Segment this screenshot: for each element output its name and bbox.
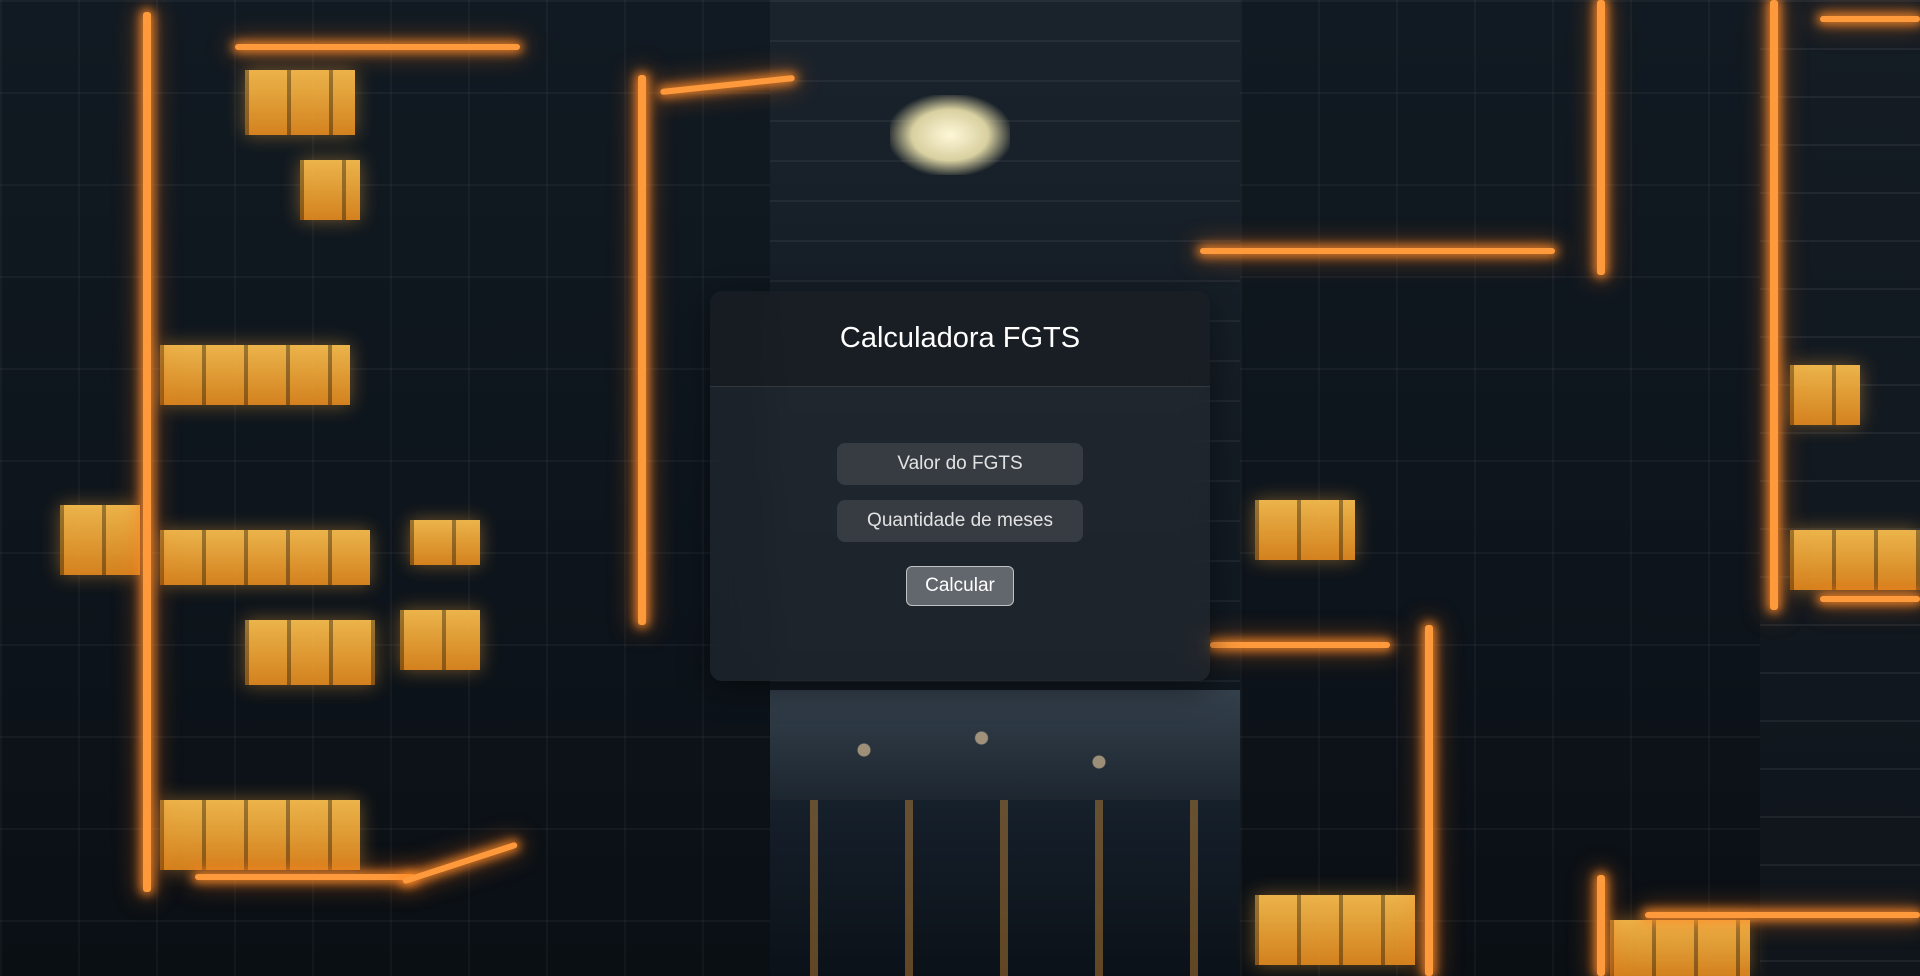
lit-window: [245, 620, 375, 685]
calculator-form: Calcular: [710, 387, 1210, 606]
lit-window-glow: [890, 95, 1010, 175]
building-left: [0, 0, 770, 976]
months-quantity-input[interactable]: [837, 500, 1083, 542]
lit-window: [300, 160, 360, 220]
neon-strip: [1820, 596, 1920, 602]
lit-window: [410, 520, 480, 565]
building-far-right: [1760, 0, 1920, 976]
lit-window: [160, 800, 360, 870]
water-reflection: [770, 800, 1240, 976]
neon-strip: [1597, 875, 1605, 976]
lit-window: [1255, 895, 1415, 965]
lit-window: [160, 345, 350, 405]
neon-strip: [1645, 912, 1920, 918]
neon-strip: [1210, 642, 1390, 648]
neon-strip: [1820, 16, 1920, 22]
page-title: Calculadora FGTS: [839, 322, 1081, 354]
promenade: [770, 690, 1240, 810]
calculate-button[interactable]: Calcular: [906, 566, 1014, 606]
neon-strip: [1200, 248, 1555, 254]
lit-window: [1610, 920, 1750, 976]
neon-strip: [1425, 625, 1433, 976]
fgts-calculator-card: Calculadora FGTS Calcular: [710, 291, 1210, 681]
lit-window: [60, 505, 140, 575]
neon-strip: [235, 44, 520, 50]
lit-window: [1255, 500, 1355, 560]
neon-strip: [638, 75, 646, 625]
neon-strip: [143, 12, 151, 892]
lit-window: [160, 530, 370, 585]
lit-window: [245, 70, 355, 135]
neon-strip: [1597, 0, 1605, 275]
lit-window: [1790, 530, 1920, 590]
neon-strip: [195, 874, 415, 880]
neon-strip: [1770, 0, 1778, 610]
fgts-value-input[interactable]: [837, 443, 1083, 485]
lit-window: [1790, 365, 1860, 425]
lit-window: [400, 610, 480, 670]
card-header: Calculadora FGTS: [710, 291, 1210, 387]
